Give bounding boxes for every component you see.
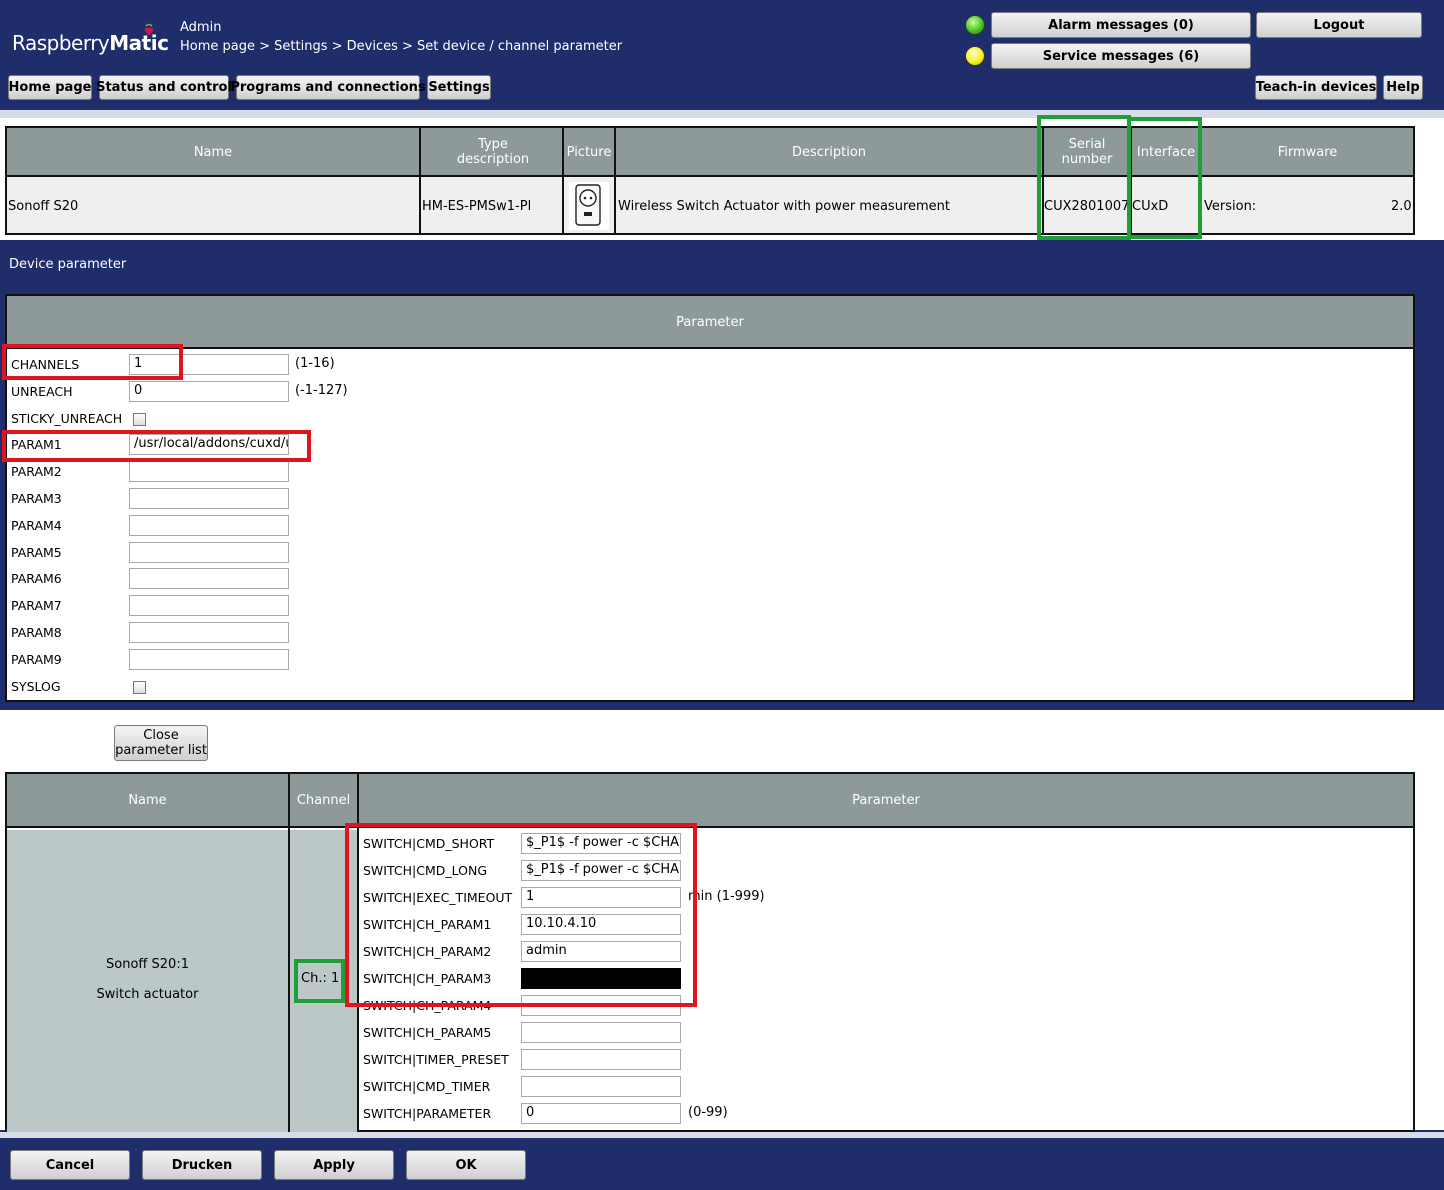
nav-settings[interactable]: Settings [427,75,491,100]
nav-programs-and-connections[interactable]: Programs and connections [230,75,426,100]
plug-device-icon [569,182,609,230]
channel-header-channel: Channel [296,793,351,808]
header-name: Name [193,145,233,160]
highlight-channels-box [2,344,183,380]
print-button[interactable]: Drucken [142,1150,262,1180]
firmware-label: Version: [1204,199,1257,214]
device-param-input[interactable] [129,568,289,589]
help-button[interactable]: Help [1383,75,1423,100]
apply-button[interactable]: Apply [274,1150,394,1180]
device-param-input[interactable] [129,622,289,643]
channel-param-input[interactable] [521,1022,681,1043]
device-parameter-header: Parameter [676,315,744,330]
raspberry-icon [144,23,154,35]
nav-home-page[interactable]: Home page [8,75,92,100]
channel-header-name: Name [128,793,167,808]
app-logo: RaspberryMatic [12,23,169,55]
device-param-input[interactable] [129,542,289,563]
channel-param-input[interactable] [521,1076,681,1097]
channel-param-range: (0-99) [688,1105,728,1120]
teach-in-devices-button[interactable]: Teach-in devices [1255,75,1377,100]
highlight-param1-box [2,430,311,462]
header-description: Description [791,145,867,160]
device-param-label: PARAM9 [11,652,62,667]
channel-param-input[interactable]: 0 [521,1103,681,1124]
channel-parameter-table: Name Channel Parameter Sonoff S20:1 Swit… [5,772,1415,1134]
channel-header-parameter: Parameter [852,793,920,808]
device-param-input[interactable] [129,461,289,482]
ok-button[interactable]: OK [406,1150,526,1180]
highlight-channel-params-box [345,823,697,1007]
channel-parameter-label: Channel parameter [9,728,78,758]
logo-text-regular: Raspberry [12,31,110,55]
header-firmware: Firmware [1277,145,1338,160]
header-picture: Picture [566,145,612,160]
highlight-serial-box [1037,115,1131,240]
device-param-label: STICKY_UNREACH [11,411,123,426]
device-param-label: UNREACH [11,384,73,399]
channel-name: Sonoff S20:1 [106,957,189,972]
device-param-input[interactable]: 0 [129,381,289,402]
device-info-table: Name Type description Picture Descriptio… [5,126,1415,235]
cancel-button[interactable]: Cancel [10,1150,130,1180]
header-separator [0,110,1444,118]
device-param-input[interactable] [129,515,289,536]
device-param-label: PARAM5 [11,545,62,560]
close-parameter-list-button[interactable]: Close parameter list [114,725,208,761]
device-type: HM-ES-PMSw1-Pl [422,199,532,214]
device-param-label: SYSLOG [11,679,61,694]
service-messages-button[interactable]: Service messages (6) [991,43,1251,69]
alarm-messages-button[interactable]: Alarm messages (0) [991,12,1251,38]
device-param-input[interactable] [129,595,289,616]
section-divider [5,711,1430,713]
channel-param-label: SWITCH|PARAMETER [363,1106,492,1121]
channel-param-label: SWITCH|CH_PARAM5 [363,1025,492,1040]
logout-button[interactable]: Logout [1256,12,1422,38]
channel-parameter-label-line1: Channel [9,728,63,743]
channel-param-input[interactable] [521,1049,681,1070]
device-name: Sonoff S20 [8,199,79,214]
device-param-label: PARAM8 [11,625,62,640]
device-param-label: PARAM3 [11,491,62,506]
device-param-range: (1-16) [295,356,335,371]
channel-type: Switch actuator [96,987,199,1002]
close-button-line1: Close [143,728,179,743]
highlight-channel-number-box [294,959,345,1003]
close-button-line2: parameter list [115,743,207,758]
channel-param-label: SWITCH|CMD_TIMER [363,1079,491,1094]
channel-param-range: min (1-999) [688,889,765,904]
current-user: Admin [180,20,222,35]
device-param-checkbox[interactable] [133,413,146,426]
device-description: Wireless Switch Actuator with power meas… [618,199,951,214]
device-parameter-label: Device parameter [9,257,127,272]
device-param-input[interactable] [129,488,289,509]
device-param-label: PARAM2 [11,464,62,479]
alarm-status-led-icon [965,15,985,35]
device-param-range: (-1-127) [295,383,348,398]
device-param-label: PARAM6 [11,571,62,586]
nav-status-and-control[interactable]: Status and control [96,75,232,100]
device-param-checkbox[interactable] [133,681,146,694]
highlight-interface-box [1127,117,1202,239]
firmware-version: 2.0 [1391,199,1412,214]
device-param-label: PARAM4 [11,518,62,533]
device-param-label: PARAM7 [11,598,62,613]
logo-text-bold: Matic [109,31,169,55]
channel-parameter-label-line2: parameter [9,743,78,758]
header-type-description: Type description [456,137,530,167]
service-status-led-icon [965,46,985,66]
device-param-input[interactable] [129,649,289,670]
channel-param-label: SWITCH|TIMER_PRESET [363,1052,509,1067]
breadcrumb: Home page > Settings > Devices > Set dev… [180,39,623,54]
